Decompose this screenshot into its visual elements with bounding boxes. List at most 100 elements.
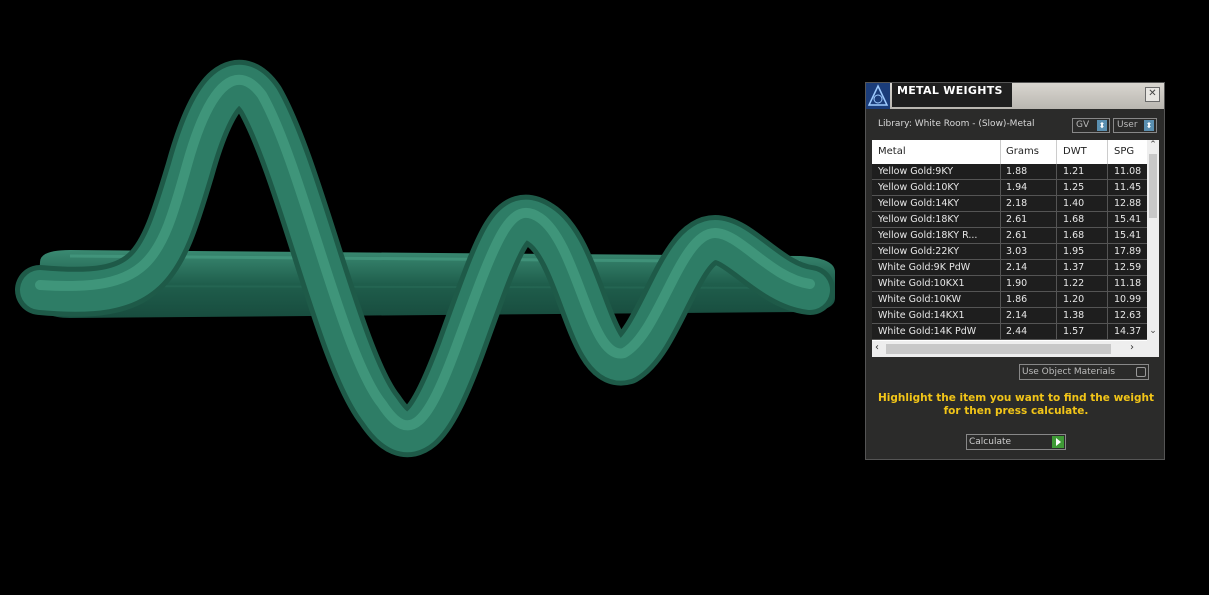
dwt-cell: 1.40	[1063, 198, 1085, 209]
horizontal-scrollbar[interactable]: ‹ ›	[872, 341, 1159, 357]
table-row[interactable]: Yellow Gold:9KY 1.88 1.21 11.08	[872, 164, 1147, 180]
column-divider	[1107, 276, 1108, 292]
column-divider	[1056, 212, 1057, 228]
instructions-line-2: for then press calculate.	[943, 405, 1089, 417]
dwt-cell: 1.20	[1063, 294, 1085, 305]
column-header-dwt[interactable]: DWT	[1063, 146, 1087, 157]
radio-icon[interactable]	[1136, 367, 1146, 377]
table-row[interactable]: White Gold:9K PdW 2.14 1.37 12.59	[872, 260, 1147, 276]
dwt-cell: 1.57	[1063, 326, 1085, 337]
table-row[interactable]: Yellow Gold:18KY 2.61 1.68 15.41	[872, 212, 1147, 228]
grams-cell: 1.90	[1006, 278, 1028, 289]
metal-table[interactable]: Metal Grams DWT SPG Yellow Gold:9KY 1.88 1…	[872, 140, 1159, 357]
user-select-label: User	[1117, 120, 1138, 130]
metal-cell: Yellow Gold:14KY	[878, 198, 960, 209]
scroll-up-icon[interactable]: ⌃	[1147, 140, 1159, 150]
calculate-label: Calculate	[969, 437, 1012, 447]
grams-cell: 2.61	[1006, 230, 1028, 241]
metal-cell: White Gold:9K PdW	[878, 262, 971, 273]
user-select[interactable]: User ⬍	[1113, 118, 1157, 133]
column-divider	[1107, 212, 1108, 228]
column-divider	[1056, 164, 1057, 180]
column-divider	[1000, 180, 1001, 196]
close-icon[interactable]: ✕	[1145, 87, 1160, 102]
table-row[interactable]: Yellow Gold:14KY 2.18 1.40 12.88	[872, 196, 1147, 212]
vertical-scrollbar[interactable]: ⌃ ⌄	[1147, 140, 1159, 341]
user-dropdown-icon[interactable]: ⬍	[1144, 120, 1154, 131]
column-divider	[1000, 196, 1001, 212]
panel-title: METAL WEIGHTS	[897, 84, 1003, 97]
column-divider	[1056, 292, 1057, 308]
grams-cell: 1.86	[1006, 294, 1028, 305]
column-divider	[1056, 180, 1057, 196]
column-divider	[1056, 228, 1057, 244]
gv-select[interactable]: GV ⬍	[1072, 118, 1110, 133]
grams-cell: 1.88	[1006, 166, 1028, 177]
gv-select-label: GV	[1076, 120, 1090, 130]
metal-cell: White Gold:14KX1	[878, 310, 965, 321]
metal-cell: White Gold:10KX1	[878, 278, 965, 289]
table-row[interactable]: White Gold:14K PdW 2.44 1.57 14.37	[872, 324, 1147, 340]
scroll-down-icon[interactable]: ⌄	[1147, 326, 1159, 336]
table-row[interactable]: Yellow Gold:22KY 3.03 1.95 17.89	[872, 244, 1147, 260]
metal-cell: Yellow Gold:10KY	[878, 182, 960, 193]
column-divider	[1000, 276, 1001, 292]
metal-weights-panel: METAL WEIGHTS ✕ Library: White Room - (S…	[865, 82, 1165, 460]
dwt-cell: 1.37	[1063, 262, 1085, 273]
column-divider	[1000, 260, 1001, 276]
column-divider	[1107, 196, 1108, 212]
dwt-cell: 1.68	[1063, 214, 1085, 225]
column-divider	[1000, 164, 1001, 180]
scroll-left-icon[interactable]: ‹	[875, 342, 879, 353]
calculate-button[interactable]: Calculate	[966, 434, 1066, 450]
gv-dropdown-icon[interactable]: ⬍	[1097, 120, 1107, 131]
dwt-cell: 1.95	[1063, 246, 1085, 257]
use-object-materials-label: Use Object Materials	[1022, 367, 1116, 377]
table-row[interactable]: White Gold:14KX1 2.14 1.38 12.63	[872, 308, 1147, 324]
column-divider	[1107, 292, 1108, 308]
table-row[interactable]: Yellow Gold:18KY R... 2.61 1.68 15.41	[872, 228, 1147, 244]
column-divider	[1000, 292, 1001, 308]
metal-cell: Yellow Gold:18KY	[878, 214, 960, 225]
metal-cell: White Gold:10KW	[878, 294, 962, 305]
column-divider	[1000, 308, 1001, 324]
use-object-materials-toggle[interactable]: Use Object Materials	[1019, 364, 1149, 380]
panel-titlebar[interactable]: METAL WEIGHTS ✕	[866, 83, 1164, 109]
metal-cell: Yellow Gold:22KY	[878, 246, 960, 257]
instructions-line-1: Highlight the item you want to find the …	[878, 392, 1154, 404]
hscroll-thumb[interactable]	[886, 344, 1111, 354]
scroll-right-icon[interactable]: ›	[1130, 342, 1134, 353]
column-header-grams[interactable]: Grams	[1006, 146, 1039, 157]
column-divider	[1107, 324, 1108, 340]
ring-model[interactable]	[15, 59, 835, 458]
grams-cell: 2.14	[1006, 310, 1028, 321]
column-divider	[1107, 228, 1108, 244]
column-divider	[1107, 164, 1108, 180]
metal-cell: Yellow Gold:9KY	[878, 166, 954, 177]
column-divider	[1056, 324, 1057, 340]
table-row[interactable]: White Gold:10KX1 1.90 1.22 11.18	[872, 276, 1147, 292]
scroll-thumb[interactable]	[1149, 154, 1157, 218]
instructions-text: Highlight the item you want to find the …	[876, 392, 1156, 418]
dwt-cell: 1.68	[1063, 230, 1085, 241]
table-header: Metal Grams DWT SPG	[872, 140, 1147, 164]
grams-cell: 2.14	[1006, 262, 1028, 273]
column-divider	[1107, 180, 1108, 196]
column-divider	[1107, 260, 1108, 276]
grams-cell: 2.61	[1006, 214, 1028, 225]
column-divider	[1000, 244, 1001, 260]
grams-cell: 1.94	[1006, 182, 1028, 193]
table-row[interactable]: Yellow Gold:10KY 1.94 1.25 11.45	[872, 180, 1147, 196]
column-divider	[1056, 244, 1057, 260]
dwt-cell: 1.22	[1063, 278, 1085, 289]
column-header-spg[interactable]: SPG	[1114, 146, 1134, 157]
library-label: Library: White Room - (Slow)-Metal	[878, 119, 1035, 129]
play-icon[interactable]	[1052, 436, 1064, 448]
app-logo-icon	[866, 83, 890, 109]
table-row[interactable]: White Gold:10KW 1.86 1.20 10.99	[872, 292, 1147, 308]
grams-cell: 2.44	[1006, 326, 1028, 337]
dwt-cell: 1.38	[1063, 310, 1085, 321]
column-divider	[1056, 276, 1057, 292]
column-header-metal[interactable]: Metal	[878, 146, 906, 157]
column-divider	[1056, 308, 1057, 324]
